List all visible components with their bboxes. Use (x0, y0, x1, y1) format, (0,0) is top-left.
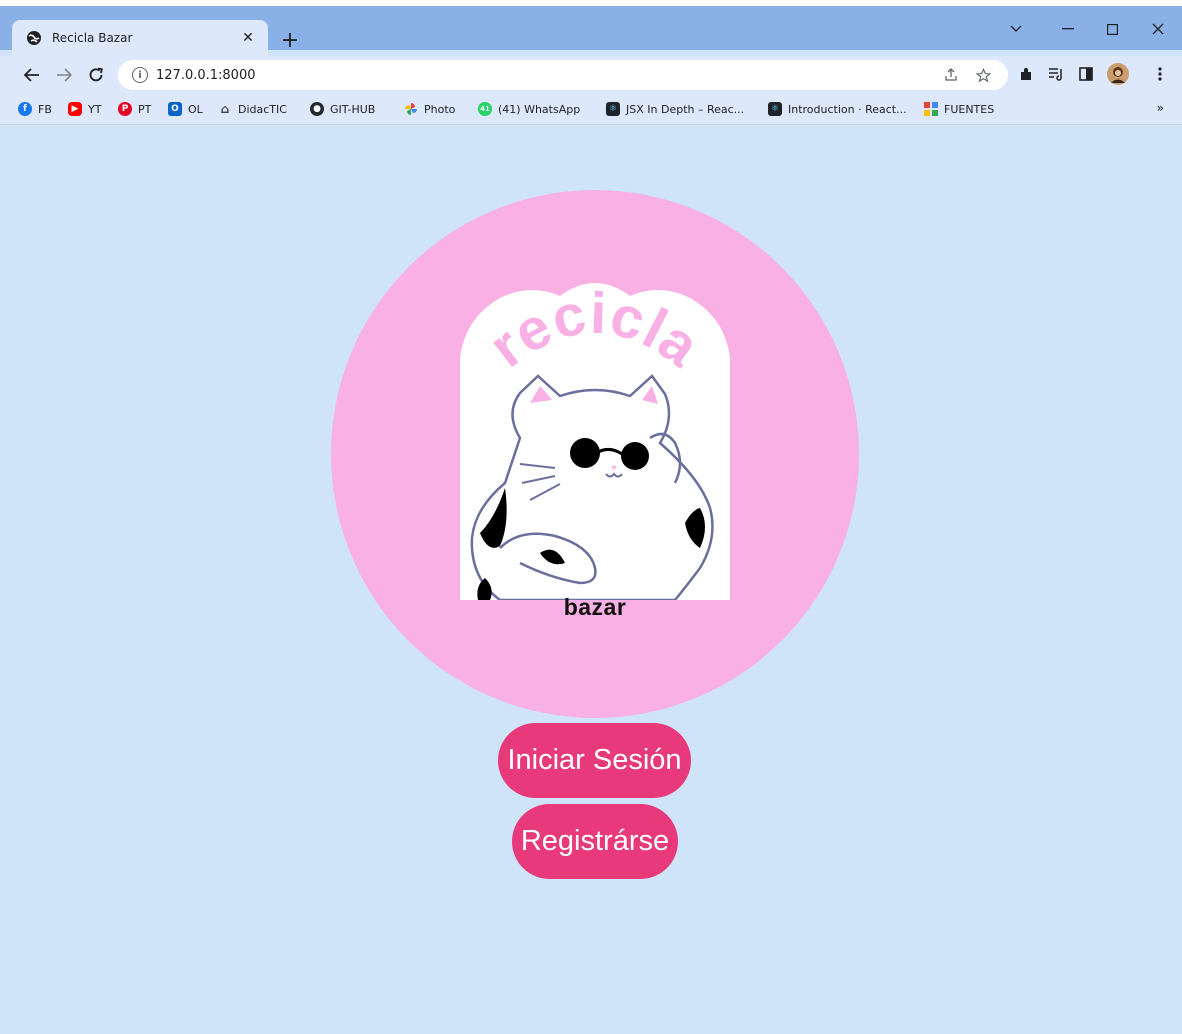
address-bar[interactable]: i (118, 60, 1008, 90)
bookmark-pt[interactable]: P PT (118, 100, 151, 118)
bookmark-yt[interactable]: ▶ YT (68, 100, 101, 118)
bookmark-whatsapp[interactable]: 41 (41) WhatsApp (478, 100, 580, 118)
bookmark-github[interactable]: ● GIT-HUB (310, 100, 375, 118)
login-button[interactable]: Iniciar Sesión (498, 723, 691, 798)
star-icon[interactable] (974, 66, 992, 84)
logo-bazar-text: bazar (563, 594, 627, 620)
close-tab-icon[interactable]: ✕ (238, 28, 258, 48)
logo-circle: recicla bazar (331, 190, 859, 718)
building-icon: ⌂ (220, 102, 230, 116)
extensions-icon[interactable] (1016, 64, 1036, 84)
bookmarks-overflow-icon[interactable]: » (1157, 101, 1164, 115)
bookmark-photo[interactable]: Photo (404, 100, 455, 118)
youtube-icon: ▶ (68, 102, 82, 116)
kebab-menu-icon[interactable] (1150, 64, 1170, 84)
info-icon[interactable]: i (132, 67, 148, 83)
bookmark-fuentes[interactable]: FUENTES (924, 100, 994, 118)
browser-toolbar: i (0, 56, 1182, 93)
side-panel-icon[interactable] (1076, 64, 1096, 84)
page-content: recicla bazar Iniciar Sesión Registrárse (6, 126, 1176, 1030)
url-input[interactable] (156, 67, 656, 83)
bookmark-fb[interactable]: f FB (18, 100, 52, 118)
maximize-icon[interactable] (1092, 16, 1132, 42)
browser-tab-active[interactable]: Recicla Bazar ✕ (12, 20, 268, 56)
pinterest-icon: P (118, 102, 132, 116)
cat-logo-image: recicla (460, 281, 730, 600)
react-icon: ⚛ (606, 102, 620, 116)
whatsapp-icon: 41 (478, 102, 492, 116)
outlook-icon: O (168, 102, 182, 116)
minimize-icon[interactable] (1048, 16, 1088, 42)
grid-icon (924, 102, 938, 116)
bookmark-jsx-in-depth[interactable]: ⚛ JSX In Depth – Reac... (606, 100, 744, 118)
forward-arrow-icon[interactable] (52, 63, 76, 87)
reading-list-icon[interactable] (1046, 64, 1066, 84)
bookmarks-bar: f FB ▶ YT P PT O OL ⌂ DidacTIC ● GIT-HUB… (0, 93, 1182, 125)
globe-icon (26, 30, 42, 46)
facebook-icon: f (18, 102, 32, 116)
profile-avatar[interactable] (1106, 62, 1130, 86)
reload-icon[interactable] (84, 63, 108, 87)
share-icon[interactable] (942, 66, 960, 84)
new-tab-button[interactable]: + (278, 28, 302, 53)
pinwheel-icon (404, 102, 418, 116)
close-window-icon[interactable] (1138, 16, 1178, 42)
browser-titlebar: Recicla Bazar ✕ + (0, 0, 1182, 56)
tab-title: Recicla Bazar (52, 31, 133, 45)
github-icon: ● (310, 102, 324, 116)
chevron-down-icon[interactable] (996, 16, 1036, 42)
bookmark-ol[interactable]: O OL (168, 100, 203, 118)
bookmark-didactic[interactable]: ⌂ DidacTIC (218, 100, 287, 118)
back-arrow-icon[interactable] (20, 63, 44, 87)
register-button[interactable]: Registrárse (512, 804, 678, 879)
bookmark-introduction-react[interactable]: ⚛ Introduction · React... (768, 100, 907, 118)
react-icon: ⚛ (768, 102, 782, 116)
